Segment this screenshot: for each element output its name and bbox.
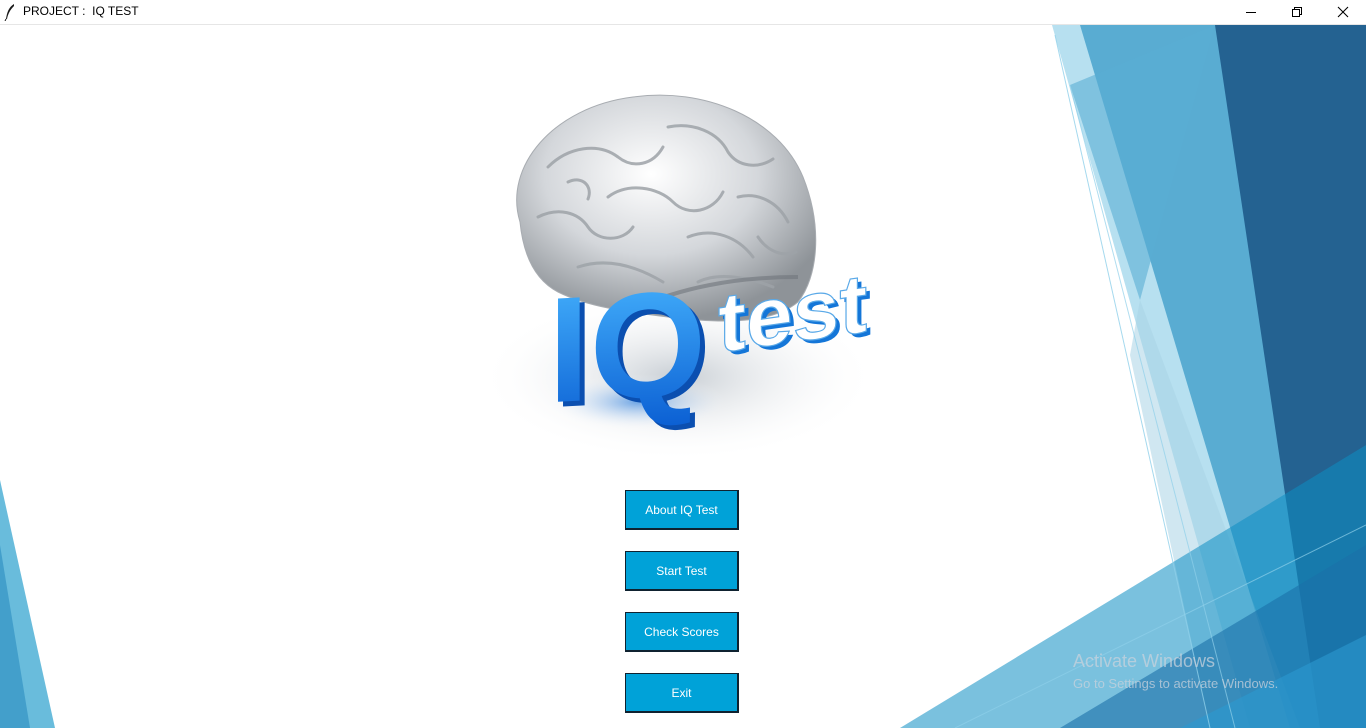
- feather-icon: [4, 4, 14, 21]
- activation-title: Activate Windows: [1073, 651, 1216, 671]
- exit-button[interactable]: Exit: [625, 673, 739, 713]
- check-scores-button[interactable]: Check Scores: [625, 612, 739, 652]
- logo-iq-text: IQ: [548, 258, 706, 434]
- minimize-icon: [1246, 12, 1256, 13]
- title-bar[interactable]: PROJECT : IQ TEST: [0, 0, 1366, 25]
- activation-subtitle: Go to Settings to activate Windows.: [1073, 676, 1279, 691]
- activation-watermark: Activate Windows Go to Settings to activ…: [1073, 651, 1278, 691]
- close-icon: [1337, 6, 1349, 18]
- minimize-button[interactable]: [1228, 0, 1274, 24]
- main-content: IQ IQ test test About IQ Test Start Test…: [0, 25, 1366, 728]
- restore-button[interactable]: [1274, 0, 1320, 24]
- window-title: PROJECT : IQ TEST: [23, 4, 139, 18]
- about-iq-test-button[interactable]: About IQ Test: [625, 490, 739, 530]
- app-window: PROJECT : IQ TEST IQ IQ test test About …: [0, 0, 1366, 728]
- restore-icon: [1292, 7, 1302, 17]
- start-test-button[interactable]: Start Test: [625, 551, 739, 591]
- close-button[interactable]: [1320, 0, 1366, 24]
- iq-test-logo: IQ IQ test test: [478, 94, 878, 462]
